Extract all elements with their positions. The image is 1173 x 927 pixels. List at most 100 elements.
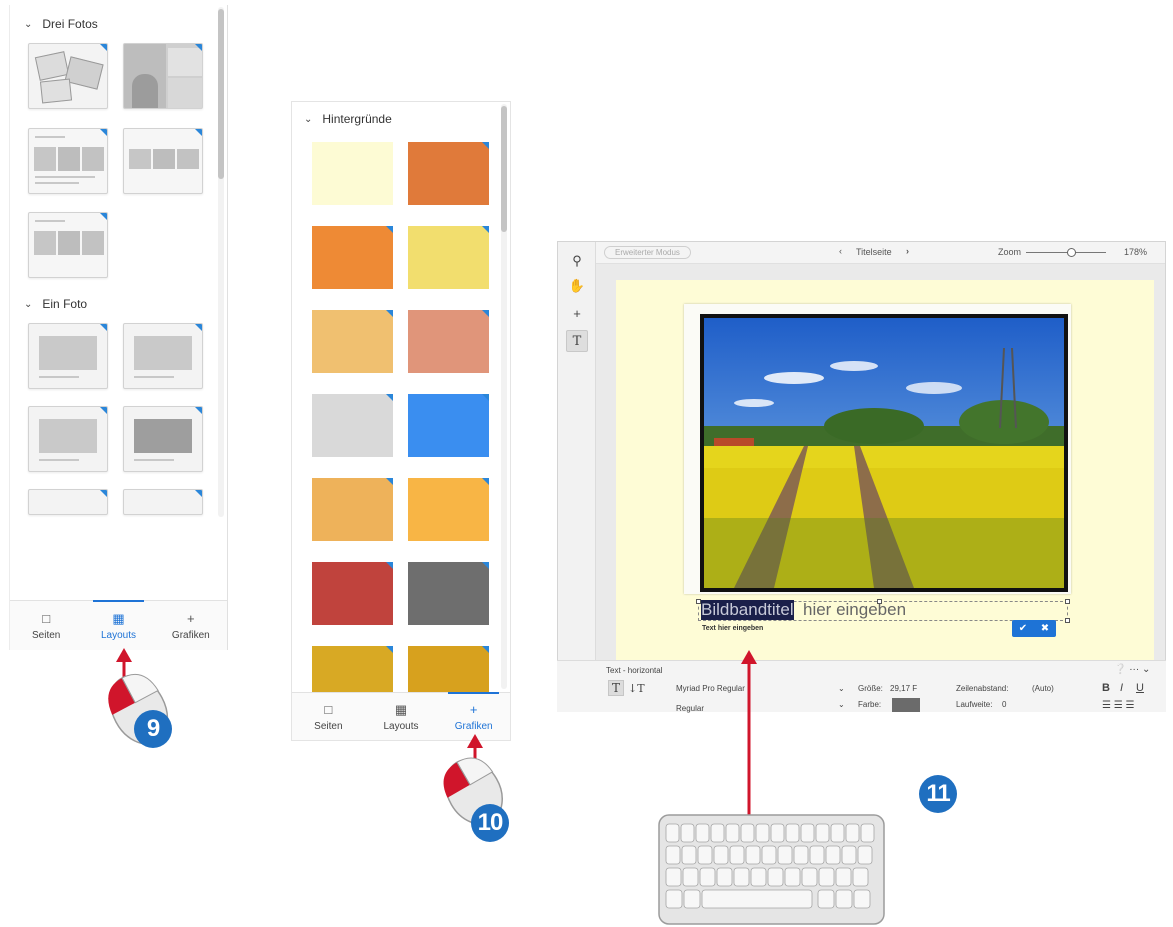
background-swatch[interactable]: [312, 310, 393, 373]
next-page-button[interactable]: ›: [906, 246, 909, 256]
background-swatch[interactable]: [312, 226, 393, 289]
leading-value[interactable]: (Auto): [1032, 684, 1054, 693]
step-badge: 9: [134, 710, 172, 748]
section-title: Ein Foto: [42, 297, 88, 311]
size-value[interactable]: 29,17 F: [890, 684, 917, 693]
advanced-mode-button[interactable]: Erweiterter Modus: [604, 246, 691, 259]
size-label: Größe:: [858, 684, 883, 693]
layout-thumbnail[interactable]: [28, 489, 108, 515]
photo-frame[interactable]: [684, 304, 1071, 594]
font-family-select[interactable]: Myriad Pro Regular: [676, 684, 745, 693]
section-header-drei-fotos[interactable]: ⌄ Drei Fotos: [24, 17, 98, 31]
layout-thumbnail[interactable]: [123, 128, 203, 194]
layouts-grid-icon: ▦: [112, 610, 125, 626]
page-icon: □: [42, 610, 51, 626]
layout-thumbnail[interactable]: [28, 406, 108, 472]
plus-icon: +: [187, 610, 195, 626]
background-swatch[interactable]: [408, 478, 489, 541]
chevron-down-icon[interactable]: ⌄: [838, 684, 845, 693]
resize-handle[interactable]: [877, 599, 882, 604]
rapeseed-field-photo: [704, 318, 1064, 588]
background-swatch[interactable]: [408, 226, 489, 289]
subtitle-text[interactable]: Text hier eingeben: [702, 625, 763, 632]
layout-thumbnail[interactable]: [123, 43, 203, 109]
tool-column: ⚲ ✋ + T: [558, 242, 596, 670]
section-header-ein-foto[interactable]: ⌄ Ein Foto: [24, 297, 87, 311]
confirm-check-icon[interactable]: ✔: [1019, 623, 1027, 634]
tab-label: Grafiken: [171, 629, 210, 641]
step-badge: 10: [471, 804, 509, 842]
background-swatch[interactable]: [312, 142, 393, 205]
section-header-hintergruende[interactable]: ⌄ Hintergründe: [304, 112, 392, 126]
zoom-tool-icon[interactable]: ⚲: [566, 250, 588, 272]
section-title: Hintergründe: [322, 112, 392, 126]
tab-label: Layouts: [100, 629, 136, 641]
tracking-value[interactable]: 0: [1002, 700, 1006, 709]
tab-label: Layouts: [383, 720, 419, 732]
resize-handle[interactable]: [1065, 599, 1070, 604]
layout-thumbnail[interactable]: [28, 128, 108, 194]
text-tool-icon[interactable]: T: [566, 330, 588, 352]
tracking-label: Laufweite:: [956, 700, 993, 709]
layout-thumbnail[interactable]: [28, 323, 108, 389]
background-swatch[interactable]: [408, 142, 489, 205]
layouts-grid-icon: ▦: [394, 701, 408, 717]
italic-button[interactable]: I: [1120, 682, 1123, 694]
step-badge: 11: [919, 775, 957, 813]
background-swatch[interactable]: [408, 562, 489, 625]
page-canvas[interactable]: Bildbandtitel hier eingeben Text hier ei…: [616, 280, 1154, 670]
underline-button[interactable]: U: [1136, 682, 1144, 694]
zoom-value: 178%: [1124, 247, 1148, 257]
layout-thumbnail[interactable]: [123, 323, 203, 389]
page-title: Titelseite: [856, 247, 892, 257]
chevron-down-icon[interactable]: ⌄: [838, 700, 845, 709]
background-swatch[interactable]: [408, 394, 489, 457]
font-style-select[interactable]: Regular: [676, 704, 704, 713]
tab-label: Grafiken: [454, 720, 493, 732]
bold-button[interactable]: B: [1102, 682, 1110, 694]
text-panel-header: Text - horizontal: [606, 666, 663, 675]
color-label: Farbe:: [858, 700, 882, 709]
tab-seiten[interactable]: □ Seiten: [10, 601, 82, 650]
scrollbar-thumb[interactable]: [501, 106, 507, 232]
layout-thumbnail[interactable]: [123, 489, 203, 515]
horizontal-text-icon[interactable]: T: [608, 680, 625, 696]
layouts-panel: ⌄ Drei Fotos ⌄ Ein Foto □ Seiten ▦ Layou…: [9, 5, 228, 650]
title-selected-text[interactable]: Bildbandtitel: [701, 600, 794, 620]
resize-handle[interactable]: [696, 599, 701, 604]
title-text-box[interactable]: Bildbandtitel hier eingeben: [696, 599, 1070, 623]
prev-page-button[interactable]: ‹: [839, 246, 842, 256]
page-icon: □: [324, 701, 333, 717]
scrollbar-thumb[interactable]: [218, 9, 224, 179]
chevron-down-icon: ⌄: [304, 113, 313, 125]
vertical-text-icon[interactable]: ↓T: [628, 682, 645, 695]
background-swatch[interactable]: [408, 310, 489, 373]
editor-topbar: Erweiterter Modus ‹ Titelseite › Zoom 17…: [596, 242, 1165, 264]
confirm-cancel-group: ✔ ✖: [1012, 620, 1056, 637]
background-swatch[interactable]: [312, 394, 393, 457]
cancel-x-icon[interactable]: ✖: [1041, 623, 1049, 634]
background-swatch[interactable]: [312, 562, 393, 625]
zoom-label: Zoom: [998, 247, 1022, 257]
text-color-swatch[interactable]: [892, 698, 920, 712]
backgrounds-panel: ⌄ Hintergründe □ Seiten ▦ Layouts + Graf…: [291, 101, 511, 741]
background-swatch[interactable]: [312, 478, 393, 541]
arrow-to-title: [741, 650, 757, 816]
photo[interactable]: [700, 314, 1068, 592]
hand-tool-icon[interactable]: ✋: [566, 275, 588, 297]
layout-thumbnail[interactable]: [123, 406, 203, 472]
layout-thumbnail[interactable]: [28, 212, 108, 278]
layout-thumbnail[interactable]: [28, 43, 108, 109]
section-title: Drei Fotos: [42, 17, 98, 31]
align-icons[interactable]: ☰ ☰ ☰: [1102, 700, 1134, 711]
tab-seiten[interactable]: □ Seiten: [292, 693, 365, 740]
resize-handle[interactable]: [1065, 618, 1070, 623]
editor-window: Erweiterter Modus ‹ Titelseite › Zoom 17…: [557, 241, 1167, 713]
help-more-icon[interactable]: ❔ ··· ⌄: [1114, 664, 1150, 675]
tab-label: Seiten: [31, 629, 61, 641]
move-tool-icon[interactable]: +: [566, 302, 588, 324]
zoom-slider-track[interactable]: [1026, 252, 1106, 253]
text-properties-panel: Text - horizontal ❔ ··· ⌄ T ↓T Myriad Pr…: [557, 660, 1167, 713]
zoom-slider-handle[interactable]: [1067, 248, 1076, 257]
title-rest-text[interactable]: hier eingeben: [803, 600, 906, 620]
